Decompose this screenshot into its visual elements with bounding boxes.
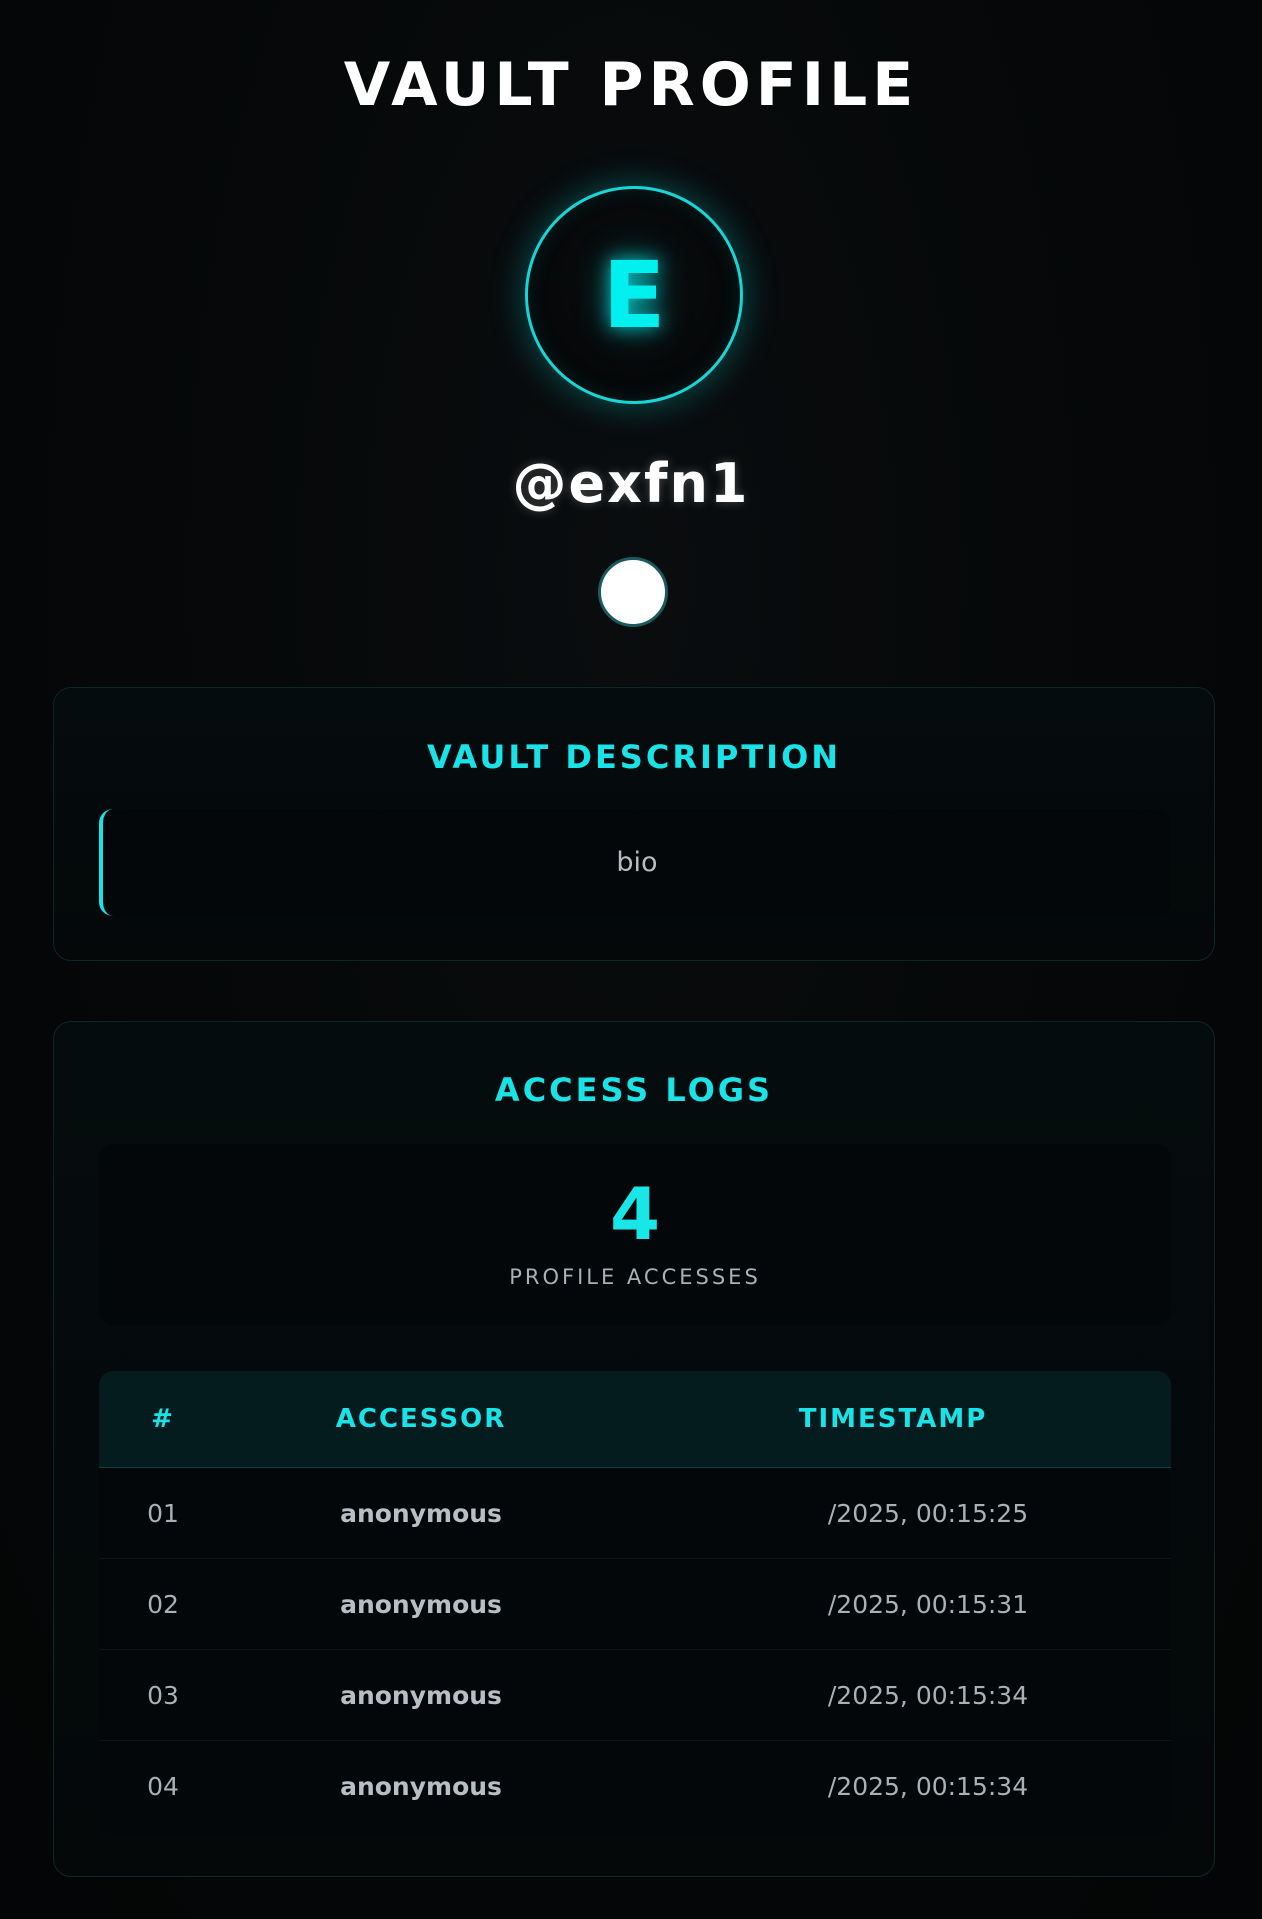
- table-row: 04 anonymous /2025, 00:15:34: [99, 1741, 1171, 1832]
- avatar: E: [525, 186, 743, 404]
- row-accessor: anonymous: [340, 1681, 502, 1710]
- row-number: 01: [147, 1499, 179, 1528]
- bio-text: bio: [616, 847, 658, 878]
- table-row: 01 anonymous /2025, 00:15:25: [99, 1468, 1171, 1559]
- vault-description-heading: VAULT DESCRIPTION: [426, 738, 842, 776]
- access-logs-table: # ACCESSOR TIMESTAMP 01 anonymous /2025,…: [99, 1371, 1171, 1834]
- access-logs-heading: ACCESS LOGS: [494, 1071, 774, 1109]
- access-count-box: 4 PROFILE ACCESSES: [99, 1144, 1171, 1325]
- row-accessor: anonymous: [340, 1772, 502, 1801]
- column-header-accessor: ACCESSOR: [335, 1404, 507, 1434]
- row-timestamp: /2025, 00:15:34: [827, 1772, 1029, 1801]
- access-count: 4: [609, 1172, 661, 1256]
- row-timestamp: /2025, 00:15:25: [827, 1499, 1029, 1528]
- username: @exfn1: [512, 452, 750, 515]
- avatar-letter: E: [602, 241, 666, 349]
- row-number: 04: [147, 1772, 179, 1801]
- table-row: 02 anonymous /2025, 00:15:31: [99, 1559, 1171, 1650]
- column-header-number: #: [151, 1404, 175, 1434]
- status-indicator: [598, 557, 668, 627]
- row-accessor: anonymous: [340, 1499, 502, 1528]
- row-timestamp: /2025, 00:15:31: [827, 1590, 1029, 1619]
- column-header-timestamp: TIMESTAMP: [798, 1404, 988, 1434]
- access-count-label: PROFILE ACCESSES: [509, 1265, 761, 1289]
- access-logs-card: ACCESS LOGS 4 PROFILE ACCESSES # ACCESSO…: [53, 1021, 1215, 1877]
- bio-box: bio: [99, 809, 1171, 916]
- row-accessor: anonymous: [340, 1590, 502, 1619]
- table-row: 03 anonymous /2025, 00:15:34: [99, 1650, 1171, 1741]
- profile-page: VAULT PROFILE E @exfn1 VAULT DESCRIPTION…: [0, 0, 1262, 1919]
- row-number: 02: [147, 1590, 179, 1619]
- table-header: # ACCESSOR TIMESTAMP: [99, 1371, 1171, 1468]
- vault-description-card: VAULT DESCRIPTION bio: [53, 687, 1215, 961]
- page-title: VAULT PROFILE: [343, 50, 919, 120]
- row-number: 03: [147, 1681, 179, 1710]
- row-timestamp: /2025, 00:15:34: [827, 1681, 1029, 1710]
